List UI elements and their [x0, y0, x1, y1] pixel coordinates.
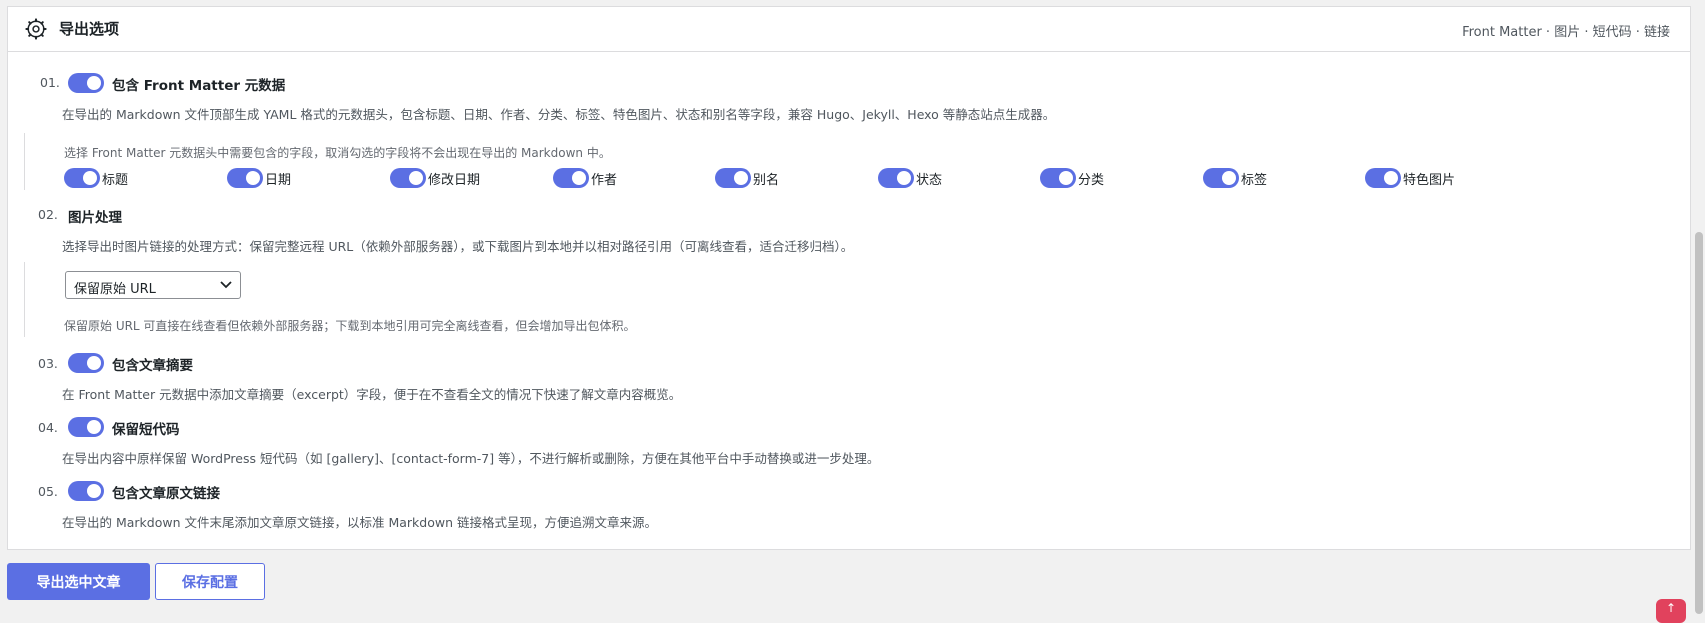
scrollbar-thumb[interactable]	[1695, 232, 1703, 614]
toggle-switch[interactable]	[1203, 168, 1239, 188]
option-label-front-matter: 包含 Front Matter 元数据	[112, 78, 286, 94]
field-label: 别名	[753, 173, 780, 188]
gear-icon	[25, 18, 47, 40]
excerpt-toggle[interactable]	[68, 353, 104, 373]
panel-title: 导出选项	[59, 20, 120, 38]
panel-header: 导出选项 Front Matter · 图片 · 短代码 · 链接	[8, 7, 1690, 52]
field-label: 分类	[1078, 173, 1105, 188]
option-number: 02.	[38, 207, 58, 222]
shortcode-toggle[interactable]	[68, 417, 104, 437]
sub-section-divider	[24, 262, 25, 337]
toggle-switch[interactable]	[64, 168, 100, 188]
option-label-shortcode: 保留短代码	[112, 422, 180, 438]
toggle-switch[interactable]	[1365, 168, 1401, 188]
field-label: 修改日期	[428, 173, 481, 188]
back-to-top-button[interactable]: ↑	[1656, 599, 1686, 623]
toggle-switch[interactable]	[1040, 168, 1076, 188]
save-config-button[interactable]: 保存配置	[155, 563, 265, 600]
option-number: 03.	[38, 356, 58, 371]
toggle-switch[interactable]	[553, 168, 589, 188]
option-number: 04.	[38, 420, 58, 435]
option-desc-image-handling: 选择导出时图片链接的处理方式：保留完整远程 URL（依赖外部服务器），或下载图片…	[62, 239, 854, 254]
source-link-toggle[interactable]	[68, 481, 104, 501]
toggle-switch[interactable]	[227, 168, 263, 188]
option-desc-excerpt: 在 Front Matter 元数据中添加文章摘要（excerpt）字段，便于在…	[62, 387, 682, 402]
option-number: 01.	[40, 75, 60, 90]
field-label: 标题	[102, 173, 129, 188]
option-desc-shortcode: 在导出内容中原样保留 WordPress 短代码（如 [gallery]、[co…	[62, 451, 880, 466]
image-handling-note: 保留原始 URL 可直接在线查看但依赖外部服务器；下载到本地引用可完全离线查看，…	[64, 319, 636, 333]
export-selected-button[interactable]: 导出选中文章	[7, 563, 150, 600]
image-handling-select[interactable]: 保留原始 URL	[65, 271, 241, 299]
front-matter-fields-note: 选择 Front Matter 元数据头中需要包含的字段，取消勾选的字段将不会出…	[64, 146, 611, 160]
scrollbar[interactable]	[1693, 0, 1705, 614]
front-matter-toggle[interactable]	[68, 73, 104, 93]
toggle-switch[interactable]	[390, 168, 426, 188]
field-label: 特色图片	[1403, 173, 1456, 188]
option-label-source-link: 包含文章原文链接	[112, 486, 220, 502]
panel-summary: Front Matter · 图片 · 短代码 · 链接	[1462, 25, 1670, 40]
option-desc-source-link: 在导出的 Markdown 文件末尾添加文章原文链接，以标准 Markdown …	[62, 515, 657, 530]
select-value: 保留原始 URL	[74, 282, 156, 297]
sub-section-divider	[24, 133, 25, 190]
option-desc-front-matter: 在导出的 Markdown 文件顶部生成 YAML 格式的元数据头，包含标题、日…	[62, 107, 1056, 122]
field-label: 日期	[265, 173, 292, 188]
chevron-down-icon	[220, 281, 232, 289]
toggle-switch[interactable]	[878, 168, 914, 188]
field-label: 作者	[591, 173, 618, 188]
option-label-image-handling: 图片处理	[68, 210, 122, 226]
option-label-excerpt: 包含文章摘要	[112, 358, 193, 374]
toggle-switch[interactable]	[715, 168, 751, 188]
field-label: 标签	[1241, 173, 1268, 188]
field-label: 状态	[916, 173, 943, 188]
option-number: 05.	[38, 484, 58, 499]
